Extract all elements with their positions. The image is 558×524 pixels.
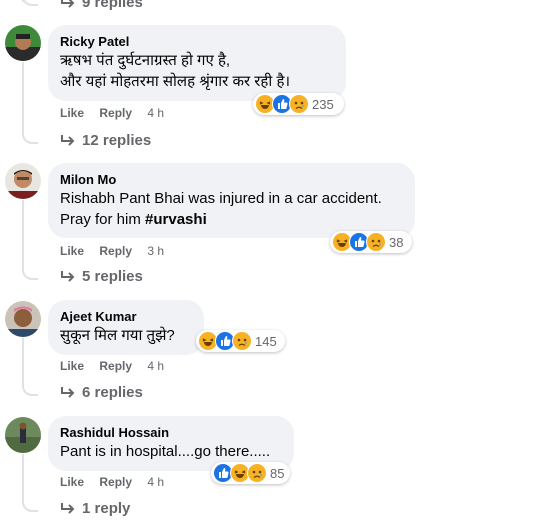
like-button[interactable]: Like <box>60 106 84 120</box>
reactions-summary[interactable]: 85 <box>211 462 290 484</box>
thread-elbow <box>22 0 38 6</box>
comment-bubble: Milon Mo Rishabh Pant Bhai was injured i… <box>48 163 415 238</box>
reactions-summary[interactable]: 38 <box>330 231 412 253</box>
replies-count: 6 replies <box>82 384 143 401</box>
reaction-count: 38 <box>389 234 404 250</box>
avatar[interactable] <box>5 301 41 337</box>
reply-arrow-icon <box>61 134 75 146</box>
view-replies-link[interactable]: 9 replies <box>60 0 143 11</box>
replies-count: 12 replies <box>82 132 152 149</box>
comment-actions: Like Reply 4 h <box>60 106 176 120</box>
comment-time[interactable]: 4 h <box>147 359 164 373</box>
comment-time[interactable]: 3 h <box>147 244 164 258</box>
thread-elbow <box>22 266 38 280</box>
replies-count: 5 replies <box>82 268 143 285</box>
thread-line <box>22 200 24 268</box>
view-replies-link[interactable]: 5 replies <box>60 268 143 285</box>
comment-time[interactable]: 4 h <box>147 106 164 120</box>
sad-reaction-icon <box>247 463 267 483</box>
reply-button[interactable]: Reply <box>99 359 132 373</box>
reply-arrow-icon <box>61 0 75 8</box>
view-replies-link[interactable]: 1 reply <box>60 500 130 517</box>
comment-bubble: Ricky Patel ऋषभ पंत दुर्घटनाग्रस्त हो गए… <box>48 25 346 101</box>
comment-author[interactable]: Rashidul Hossain <box>60 424 282 441</box>
reply-arrow-icon <box>61 502 75 514</box>
view-replies-link[interactable]: 12 replies <box>60 132 151 149</box>
reply-button[interactable]: Reply <box>99 475 132 489</box>
comment-body: Rishabh Pant Bhai was injured in a car a… <box>60 190 382 228</box>
thread-elbow <box>22 382 38 396</box>
hashtag-link[interactable]: #urvashi <box>145 211 207 228</box>
view-replies-link[interactable]: 6 replies <box>60 384 143 401</box>
reaction-count: 235 <box>312 96 334 112</box>
comment-time[interactable]: 4 h <box>147 475 164 489</box>
reply-arrow-icon <box>61 270 75 282</box>
comment-author[interactable]: Milon Mo <box>60 171 403 188</box>
comment-author[interactable]: Ricky Patel <box>60 33 334 50</box>
reply-button[interactable]: Reply <box>99 244 132 258</box>
avatar[interactable] <box>5 417 41 453</box>
thread-elbow <box>22 498 38 512</box>
comment-text: सुकून मिल गया तुझे? <box>60 327 175 344</box>
replies-count: 9 replies <box>82 0 143 11</box>
reaction-count: 145 <box>255 333 277 349</box>
sad-reaction-icon <box>289 94 309 114</box>
reactions-summary[interactable]: 235 <box>253 93 344 115</box>
comment-text: Pant is in hospital....go there..... <box>60 443 271 460</box>
sad-reaction-icon <box>232 331 252 351</box>
avatar[interactable] <box>5 163 41 199</box>
comment-author[interactable]: Ajeet Kumar <box>60 308 192 325</box>
comment-bubble: Ajeet Kumar सुकून मिल गया तुझे? <box>48 300 204 355</box>
replies-count: 1 reply <box>82 500 131 517</box>
thread-elbow <box>22 130 38 144</box>
like-button[interactable]: Like <box>60 475 84 489</box>
reply-button[interactable]: Reply <box>99 106 132 120</box>
reaction-count: 85 <box>270 465 285 481</box>
thread-line <box>22 338 24 384</box>
comment-text: ऋषभ पंत दुर्घटनाग्रस्त हो गए है, और यहां… <box>60 52 291 90</box>
sad-reaction-icon <box>366 232 386 252</box>
thread-line <box>22 454 24 500</box>
comment-actions: Like Reply 4 h <box>60 359 176 373</box>
reply-arrow-icon <box>61 386 75 398</box>
thread-line <box>22 62 24 132</box>
avatar[interactable] <box>5 25 41 61</box>
comment-text: Rishabh Pant Bhai was injured in a car a… <box>60 188 403 230</box>
comment-actions: Like Reply 3 h <box>60 244 176 258</box>
reactions-summary[interactable]: 145 <box>196 330 285 352</box>
like-button[interactable]: Like <box>60 359 84 373</box>
like-button[interactable]: Like <box>60 244 84 258</box>
comment-actions: Like Reply 4 h <box>60 475 176 489</box>
